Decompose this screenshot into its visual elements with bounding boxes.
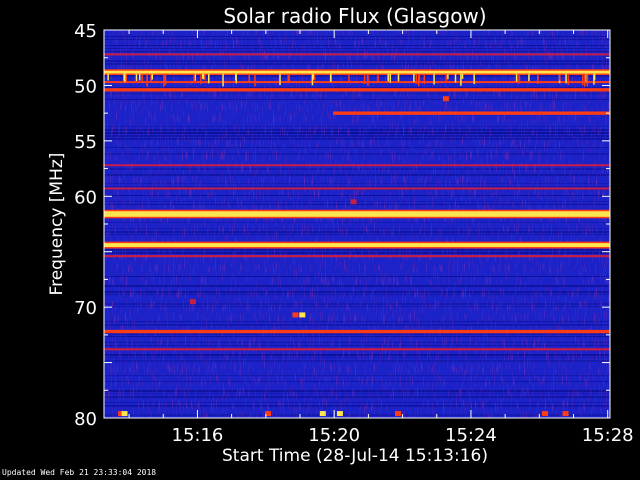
spectrogram-chart: Solar radio Flux (Glasgow) 455055607080 … xyxy=(47,4,634,466)
band-spike xyxy=(528,73,530,82)
band-spike xyxy=(559,73,561,81)
band-spike xyxy=(418,73,421,82)
band-spike xyxy=(582,73,584,86)
x-tick-label: 15:16 xyxy=(172,425,224,446)
band-spike xyxy=(363,73,366,85)
burst-spot xyxy=(299,312,306,318)
burst-spot xyxy=(336,411,343,417)
burst-spot xyxy=(542,411,549,417)
burst-spot xyxy=(350,199,357,205)
band-spike xyxy=(515,73,518,82)
band-spike xyxy=(135,73,138,82)
band-spike xyxy=(413,73,415,83)
band-spike xyxy=(311,73,314,86)
band-spike xyxy=(537,73,539,84)
x-tick-label: 15:24 xyxy=(445,425,497,446)
band-spike xyxy=(377,73,379,82)
x-axis-label: Start Time (28-Jul-14 15:13:16) xyxy=(222,446,488,466)
band-spike xyxy=(367,73,369,86)
band-spike xyxy=(473,73,475,84)
band-spike xyxy=(593,73,596,80)
band-spike xyxy=(348,73,350,83)
emission-band xyxy=(104,187,610,190)
emission-band xyxy=(104,53,610,56)
x-tick-label: 15:28 xyxy=(582,425,634,446)
band-spike xyxy=(288,73,290,82)
band-spike xyxy=(586,73,589,87)
band-spike xyxy=(460,73,462,86)
band-spike xyxy=(151,73,153,80)
band-spike xyxy=(397,73,400,82)
band-spike xyxy=(583,73,586,87)
band-spike xyxy=(222,73,224,87)
burst-spot xyxy=(121,411,128,417)
band-spike xyxy=(248,73,251,83)
band-spike xyxy=(313,73,316,81)
band-spike xyxy=(138,73,141,81)
band-spike xyxy=(433,73,435,85)
emission-band xyxy=(104,243,610,248)
emission-band xyxy=(333,111,610,115)
band-spike xyxy=(518,73,520,84)
band-spike xyxy=(204,73,206,81)
burst-spot xyxy=(562,411,569,417)
band-spike xyxy=(207,73,210,84)
emission-band xyxy=(104,348,610,351)
band-spike xyxy=(387,73,389,82)
emission-band xyxy=(104,164,610,167)
y-tick-label: 50 xyxy=(74,76,97,97)
updated-timestamp: Updated Wed Feb 21 23:33:04 2018 xyxy=(2,468,157,477)
band-spike xyxy=(202,73,205,80)
emission-band xyxy=(104,329,610,334)
band-spike xyxy=(254,73,256,87)
y-tick-label: 70 xyxy=(74,298,97,319)
burst-spot xyxy=(292,312,299,318)
band-spike xyxy=(445,73,447,81)
burst-spot xyxy=(395,411,402,417)
band-spike xyxy=(193,73,195,83)
chart-title: Solar radio Flux (Glasgow) xyxy=(223,4,486,28)
emission-band xyxy=(104,255,610,258)
band-spike xyxy=(461,73,464,79)
band-spike xyxy=(164,73,167,85)
y-tick-label: 55 xyxy=(74,132,97,153)
band-spike xyxy=(235,73,237,84)
band-spike xyxy=(567,73,569,85)
band-spike xyxy=(415,73,418,85)
band-spike xyxy=(389,73,392,83)
emission-band xyxy=(104,88,610,92)
y-tick-label: 60 xyxy=(74,187,97,208)
band-spike xyxy=(146,73,148,87)
emission-band xyxy=(104,81,610,84)
band-spike xyxy=(423,73,426,85)
band-spike xyxy=(163,73,165,87)
y-tick-label: 80 xyxy=(74,409,97,430)
band-spike xyxy=(125,73,128,83)
burst-spot xyxy=(319,411,326,417)
band-spike xyxy=(279,73,281,86)
band-spike xyxy=(330,73,332,82)
burst-spot xyxy=(189,299,196,305)
y-axis-label: Frequency [MHz] xyxy=(47,153,67,296)
band-spike xyxy=(141,73,143,82)
band-spike xyxy=(447,73,449,80)
band-spike xyxy=(565,73,567,84)
band-spike xyxy=(454,73,457,83)
y-tick-label: 45 xyxy=(74,21,97,42)
burst-spot xyxy=(442,96,449,102)
x-tick-label: 15:20 xyxy=(308,425,360,446)
emission-band xyxy=(104,211,610,217)
band-spike xyxy=(200,73,202,85)
plot-area xyxy=(104,30,610,418)
emission-band xyxy=(104,70,610,74)
band-spike xyxy=(107,73,109,81)
